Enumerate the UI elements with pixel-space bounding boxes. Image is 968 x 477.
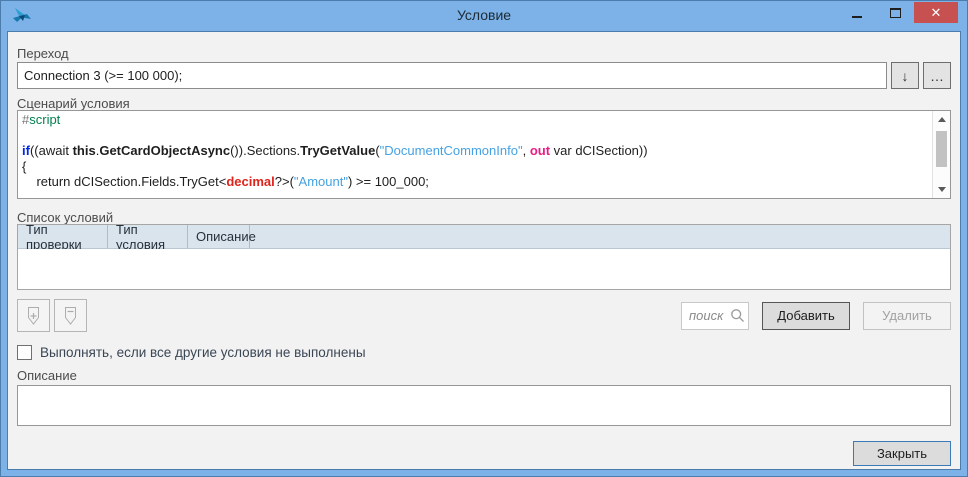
delete-button[interactable]: Удалить [863, 302, 951, 330]
column-condition-type[interactable]: Тип условия [108, 225, 188, 248]
transition-row: ↓ … [17, 62, 951, 89]
transition-label: Переход [17, 46, 69, 61]
window-controls: ✕ [838, 2, 958, 23]
window-title: Условие [1, 7, 967, 23]
actions-row: Добавить Удалить [17, 299, 951, 332]
search-icon[interactable] [730, 308, 745, 323]
transition-input[interactable] [17, 62, 887, 89]
scrollbar-thumb[interactable] [936, 131, 947, 167]
close-dialog-button[interactable]: Закрыть [853, 441, 951, 466]
script-editor[interactable]: #script if((await this.GetCardObjectAsyn… [17, 110, 951, 199]
move-down-button[interactable] [54, 299, 87, 332]
close-button[interactable]: ✕ [914, 2, 958, 23]
scroll-up-icon[interactable] [933, 113, 950, 126]
dialog-content: Переход ↓ … Сценарий условия #script if(… [7, 31, 961, 470]
maximize-icon [890, 8, 901, 18]
script-label: Сценарий условия [17, 96, 130, 111]
conditions-table[interactable]: Тип проверки Тип условия Описание [17, 224, 951, 290]
else-condition-row: Выполнять, если все другие условия не вы… [17, 344, 366, 361]
minimize-button[interactable] [838, 2, 876, 23]
column-description[interactable]: Описание [188, 225, 250, 248]
search-box [681, 302, 749, 330]
scroll-down-icon[interactable] [933, 183, 950, 196]
transition-goto-button[interactable]: ↓ [891, 62, 919, 89]
arrow-down-icon: ↓ [902, 68, 909, 84]
transition-browse-button[interactable]: … [923, 62, 951, 89]
shield-minus-icon [63, 307, 78, 325]
shield-plus-icon [26, 307, 41, 325]
maximize-button[interactable] [876, 2, 914, 23]
close-icon: ✕ [931, 5, 942, 21]
add-button[interactable]: Добавить [762, 302, 850, 330]
ellipsis-icon: … [930, 68, 944, 84]
minimize-icon [852, 16, 862, 18]
column-check-type[interactable]: Тип проверки [18, 225, 108, 248]
description-input[interactable] [17, 385, 951, 426]
editor-scrollbar[interactable] [932, 111, 950, 198]
conditions-table-body[interactable] [18, 249, 950, 289]
else-condition-checkbox[interactable] [17, 345, 32, 360]
move-up-button[interactable] [17, 299, 50, 332]
script-code[interactable]: #script if((await this.GetCardObjectAsyn… [18, 111, 932, 198]
title-bar[interactable]: Условие ✕ [1, 1, 967, 31]
description-label: Описание [17, 368, 77, 383]
condition-dialog: Условие ✕ Переход ↓ … Сценарий условия #… [0, 0, 968, 477]
conditions-table-header: Тип проверки Тип условия Описание [18, 225, 950, 249]
else-condition-label: Выполнять, если все другие условия не вы… [40, 345, 366, 360]
